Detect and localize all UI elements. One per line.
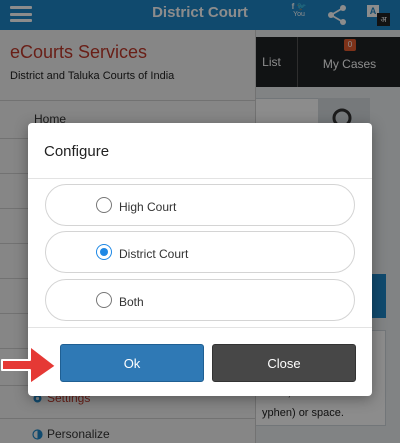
option-district-court[interactable]: District Court bbox=[45, 231, 355, 273]
dialog-divider bbox=[28, 178, 372, 179]
close-button[interactable]: Close bbox=[212, 344, 356, 382]
option-high-court[interactable]: High Court bbox=[45, 184, 355, 226]
radio-district-court[interactable] bbox=[96, 244, 112, 260]
dialog-divider bbox=[28, 327, 372, 328]
option-high-court-label: High Court bbox=[119, 200, 177, 214]
annotation-arrow-icon bbox=[1, 345, 57, 385]
radio-high-court[interactable] bbox=[96, 197, 112, 213]
dialog-title: Configure bbox=[44, 143, 110, 160]
radio-both[interactable] bbox=[96, 292, 112, 308]
option-both-label: Both bbox=[119, 295, 144, 309]
ok-button[interactable]: Ok bbox=[60, 344, 204, 382]
option-district-court-label: District Court bbox=[119, 247, 189, 261]
configure-dialog: Configure High Court District Court Both… bbox=[28, 123, 372, 396]
option-both[interactable]: Both bbox=[45, 279, 355, 321]
